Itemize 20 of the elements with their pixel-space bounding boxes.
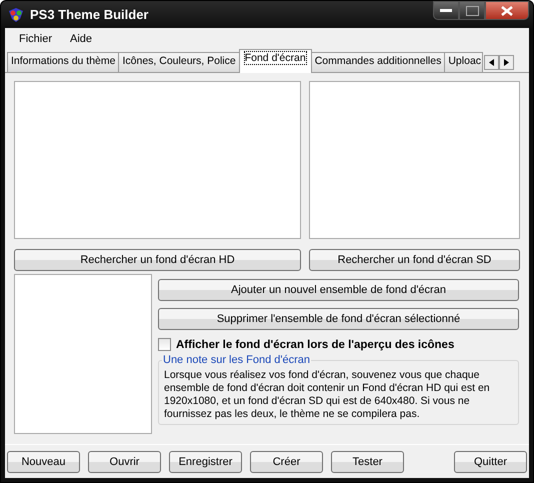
tab[interactable]: Informations du thème	[7, 52, 120, 72]
action-button[interactable]: Tester	[331, 450, 404, 472]
action-button[interactable]: Enregistrer	[169, 450, 242, 472]
action-button[interactable]: Ouvrir	[88, 450, 161, 472]
tab[interactable]: Icônes, Couleurs, Police	[118, 52, 240, 72]
tab[interactable]: Uploac	[444, 52, 484, 72]
menu-item[interactable]: Fichier	[10, 31, 62, 47]
tab[interactable]: Commandes additionnelles	[310, 52, 446, 72]
action-button[interactable]: Nouveau	[7, 450, 80, 472]
note-text: Lorsque vous réalisez vos fond d'écran, souvenez vous que chaque ensemble de fond d'écran doit contenir un Fond d'écran HD qui est en 1920x1080, et un fond d'écran SD qui est de 640x480. Si vous ne fournissez pas les deux, le thème ne se compilera pas.	[164, 369, 491, 421]
remove-button[interactable]: Supprimer l'ensemble de fond d'écran sélectionné	[158, 308, 519, 330]
browse-hd-button[interactable]: Rechercher un fond d'écran HD	[14, 249, 301, 271]
window-title: PS3 Theme Builder	[30, 7, 150, 22]
action-button[interactable]: Créer	[250, 450, 323, 472]
action-button[interactable]: Quitter	[454, 450, 527, 472]
menu-item[interactable]: Aide	[61, 31, 102, 47]
browse-sd-button[interactable]: Rechercher un fond d'écran SD	[309, 249, 520, 271]
add-button[interactable]: Ajouter un nouvel ensemble de fond d'écran	[158, 279, 519, 301]
checkbox-label[interactable]: Afficher le fond d'écran lors de l'aperçu des icônes	[176, 338, 454, 350]
tab[interactable]: Fond d'écran	[238, 49, 312, 73]
